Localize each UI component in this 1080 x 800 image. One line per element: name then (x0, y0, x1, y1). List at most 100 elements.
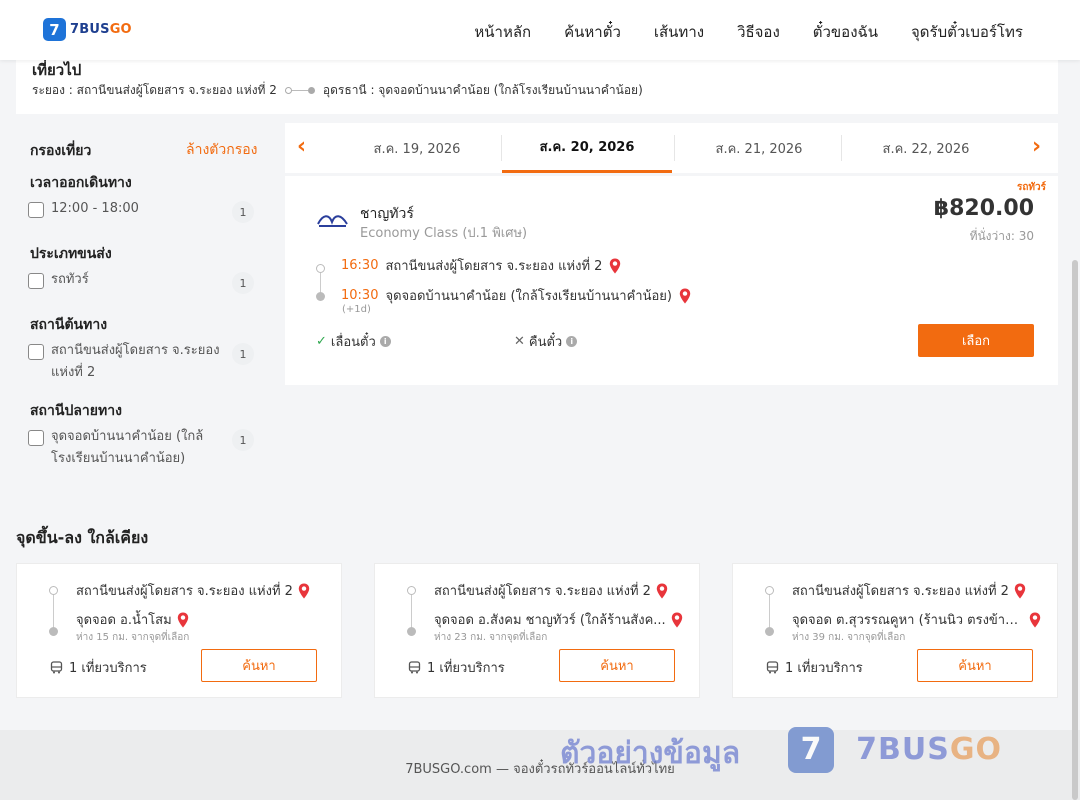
refund-label: คืนตั๋ว (528, 335, 563, 350)
arrive-time: 10:30 (341, 288, 379, 303)
depart-station: สถานีขนส่งผู้โดยสาร จ.ระยอง แห่งที่ 2 (385, 259, 603, 274)
refund-policy: ✕ คืนตั๋ว i (514, 331, 578, 352)
filter-option-transport[interactable]: รถทัวร์ 1 (28, 272, 254, 294)
map-pin-icon[interactable] (1029, 612, 1041, 628)
map-pin-icon[interactable] (177, 612, 189, 628)
date-tab[interactable]: ส.ค. 19, 2026 (332, 123, 502, 173)
route-timeline (407, 586, 416, 636)
map-pin-icon[interactable] (298, 583, 310, 599)
nearby-section-title: จุดขึ้น-ลง ใกล้เคียง (16, 528, 149, 547)
nearby-card: สถานีขนส่งผู้โดยสาร จ.ระยอง แห่งที่ 2 จุ… (374, 563, 700, 698)
prev-date-chevron-icon[interactable]: ‹ (297, 134, 306, 159)
nearby-search-button[interactable]: ค้นหา (559, 649, 675, 682)
brand-logo[interactable]: 7 7BUSGO (43, 18, 132, 41)
filter-option-time[interactable]: 12:00 - 18:00 1 (28, 201, 254, 223)
nearby-from: สถานีขนส่งผู้โดยสาร จ.ระยอง แห่งที่ 2 (76, 580, 326, 601)
bus-icon (766, 661, 779, 674)
date-tab-active[interactable]: ส.ค. 20, 2026 (502, 123, 672, 173)
nearby-to: จุดจอด อ.น้ำโสม (76, 609, 328, 630)
filter-option-origin[interactable]: สถานีขนส่งผู้โดยสาร จ.ระยอง แห่งที่ 2 1 (28, 343, 254, 384)
date-tab[interactable]: ส.ค. 21, 2026 (674, 123, 844, 173)
trip-result-card: รถทัวร์ ชาญทัวร์ Economy Class (ป.1 พิเศ… (285, 176, 1058, 385)
map-pin-icon[interactable] (1014, 583, 1026, 599)
next-day-indicator: (+1d) (342, 304, 371, 315)
bus-icon (50, 661, 63, 674)
nearby-trips: 1 เที่ยวบริการ (50, 657, 147, 678)
next-date-chevron-icon[interactable]: › (1032, 134, 1041, 159)
filter-section-title: ประเภทขนส่ง (30, 246, 112, 262)
info-icon[interactable]: i (566, 336, 578, 347)
filter-section-title: สถานีต้นทาง (30, 317, 108, 333)
route-timeline (765, 586, 774, 636)
reschedule-label: เลื่อนตั๋ว (330, 335, 376, 350)
watermark-text: ตัวอย่างข้อมูล (560, 736, 741, 771)
nearby-search-button[interactable]: ค้นหา (201, 649, 317, 682)
nav-my-tickets[interactable]: ตั๋วของฉัน (813, 20, 878, 44)
nearby-to: จุดจอด ต.สุวรรณคูหา (ร้านนิว ตรงข้ามเ... (792, 609, 1044, 630)
bus-icon (408, 661, 421, 674)
watermark-brand: 7BUSGO (856, 732, 1002, 767)
nav-how-to-book[interactable]: วิธีจอง (737, 20, 780, 44)
reschedule-policy: ✓ เลื่อนตั๋ว i (316, 331, 391, 352)
main-nav: หน้าหลัก ค้นหาตั๋ว เส้นทาง วิธีจอง ตั๋วข… (474, 20, 1023, 44)
nearby-to-label: จุดจอด อ.สังคม ชาญทัวร์ (ใกล้ร้านสังค... (434, 613, 666, 628)
price: ฿820.00 (933, 196, 1034, 221)
nav-routes[interactable]: เส้นทาง (654, 20, 704, 44)
logo-text: 7BUSGO (70, 22, 132, 37)
arrive-station: จุดจอดบ้านนาคำน้อย (ใกล้โรงเรียนบ้านนาคำ… (385, 289, 672, 304)
nearby-from-label: สถานีขนส่งผู้โดยสาร จ.ระยอง แห่งที่ 2 (434, 584, 651, 599)
watermark-logo-badge: 7 (788, 726, 835, 773)
trip-summary: เที่ยวไป ระยอง : สถานีขนส่งผู้โดยสาร จ.ร… (16, 56, 1058, 114)
seat-class: Economy Class (ป.1 พิเศษ) (360, 226, 528, 241)
filter-title: กรองเที่ยว (30, 143, 92, 159)
nearby-trips-label: 1 เที่ยวบริการ (427, 661, 505, 676)
route-line-icon (284, 87, 315, 94)
arrival-stop: 10:30 จุดจอดบ้านนาคำน้อย (ใกล้โรงเรียนบ้… (341, 285, 691, 306)
nearby-from: สถานีขนส่งผู้โดยสาร จ.ระยอง แห่งที่ 2 (792, 580, 1042, 601)
nearby-from-label: สถานีขนส่งผู้โดยสาร จ.ระยอง แห่งที่ 2 (76, 584, 293, 599)
check-icon: ✓ (316, 334, 327, 349)
nearby-to-label: จุดจอด ต.สุวรรณคูหา (ร้านนิว ตรงข้ามเ... (792, 613, 1024, 628)
nearby-search-button[interactable]: ค้นหา (917, 649, 1033, 682)
checkbox[interactable] (28, 344, 44, 360)
nearby-to-label: จุดจอด อ.น้ำโสม (76, 613, 172, 628)
filter-option-label: สถานีขนส่งผู้โดยสาร จ.ระยอง แห่งที่ 2 (51, 343, 220, 380)
filter-count-badge: 1 (232, 429, 254, 451)
filter-count-badge: 1 (232, 343, 254, 365)
nearby-card: สถานีขนส่งผู้โดยสาร จ.ระยอง แห่งที่ 2 จุ… (732, 563, 1058, 698)
map-pin-icon[interactable] (656, 583, 668, 599)
nav-ticket-pickup[interactable]: จุดรับตั๋วเบอร์โทร (911, 20, 1023, 44)
filter-option-destination[interactable]: จุดจอดบ้านนาคำน้อย (ใกล้โรงเรียนบ้านนาคำ… (28, 429, 254, 470)
checkbox[interactable] (28, 202, 44, 218)
nav-home[interactable]: หน้าหลัก (474, 20, 531, 44)
nearby-trips: 1 เที่ยวบริการ (766, 657, 863, 678)
page-scrollbar[interactable] (1072, 260, 1078, 800)
info-icon[interactable]: i (379, 336, 391, 347)
nav-search-ticket[interactable]: ค้นหาตั๋ว (564, 20, 621, 44)
logo-badge: 7 (43, 18, 66, 41)
filter-section-title: เวลาออกเดินทาง (30, 175, 132, 191)
departure-stop: 16:30 สถานีขนส่งผู้โดยสาร จ.ระยอง แห่งที… (341, 255, 621, 276)
map-pin-icon[interactable] (609, 258, 621, 274)
trip-from: ระยอง : สถานีขนส่งผู้โดยสาร จ.ระยอง แห่ง… (32, 83, 277, 97)
date-tab[interactable]: ส.ค. 22, 2026 (841, 123, 1011, 173)
filter-count-badge: 1 (232, 272, 254, 294)
checkbox[interactable] (28, 273, 44, 289)
filter-section-title: สถานีปลายทาง (30, 403, 122, 419)
map-pin-icon[interactable] (671, 612, 683, 628)
nearby-to: จุดจอด อ.สังคม ชาญทัวร์ (ใกล้ร้านสังค... (434, 609, 686, 630)
nearby-from-label: สถานีขนส่งผู้โดยสาร จ.ระยอง แห่งที่ 2 (792, 584, 1009, 599)
map-pin-icon[interactable] (679, 288, 691, 304)
cross-icon: ✕ (514, 334, 525, 349)
trip-to: อุดรธานี : จุดจอดบ้านนาคำน้อย (ใกล้โรงเร… (322, 83, 643, 97)
seats-available: ที่นั่งว่าง: 30 (969, 229, 1034, 243)
nearby-trips: 1 เที่ยวบริการ (408, 657, 505, 678)
clear-filters-link[interactable]: ล้างตัวกรอง (186, 139, 257, 161)
nearby-trips-label: 1 เที่ยวบริการ (69, 661, 147, 676)
watermark: ตัวอย่างข้อมูล 7 7BUSGO (560, 722, 1002, 777)
select-trip-button[interactable]: เลือก (918, 324, 1034, 357)
filter-option-label: 12:00 - 18:00 (51, 201, 139, 216)
checkbox[interactable] (28, 430, 44, 446)
filter-option-label: จุดจอดบ้านนาคำน้อย (ใกล้โรงเรียนบ้านนาคำ… (51, 429, 204, 466)
nearby-distance: ห่าง 23 กม. จากจุดที่เลือก (434, 632, 548, 643)
